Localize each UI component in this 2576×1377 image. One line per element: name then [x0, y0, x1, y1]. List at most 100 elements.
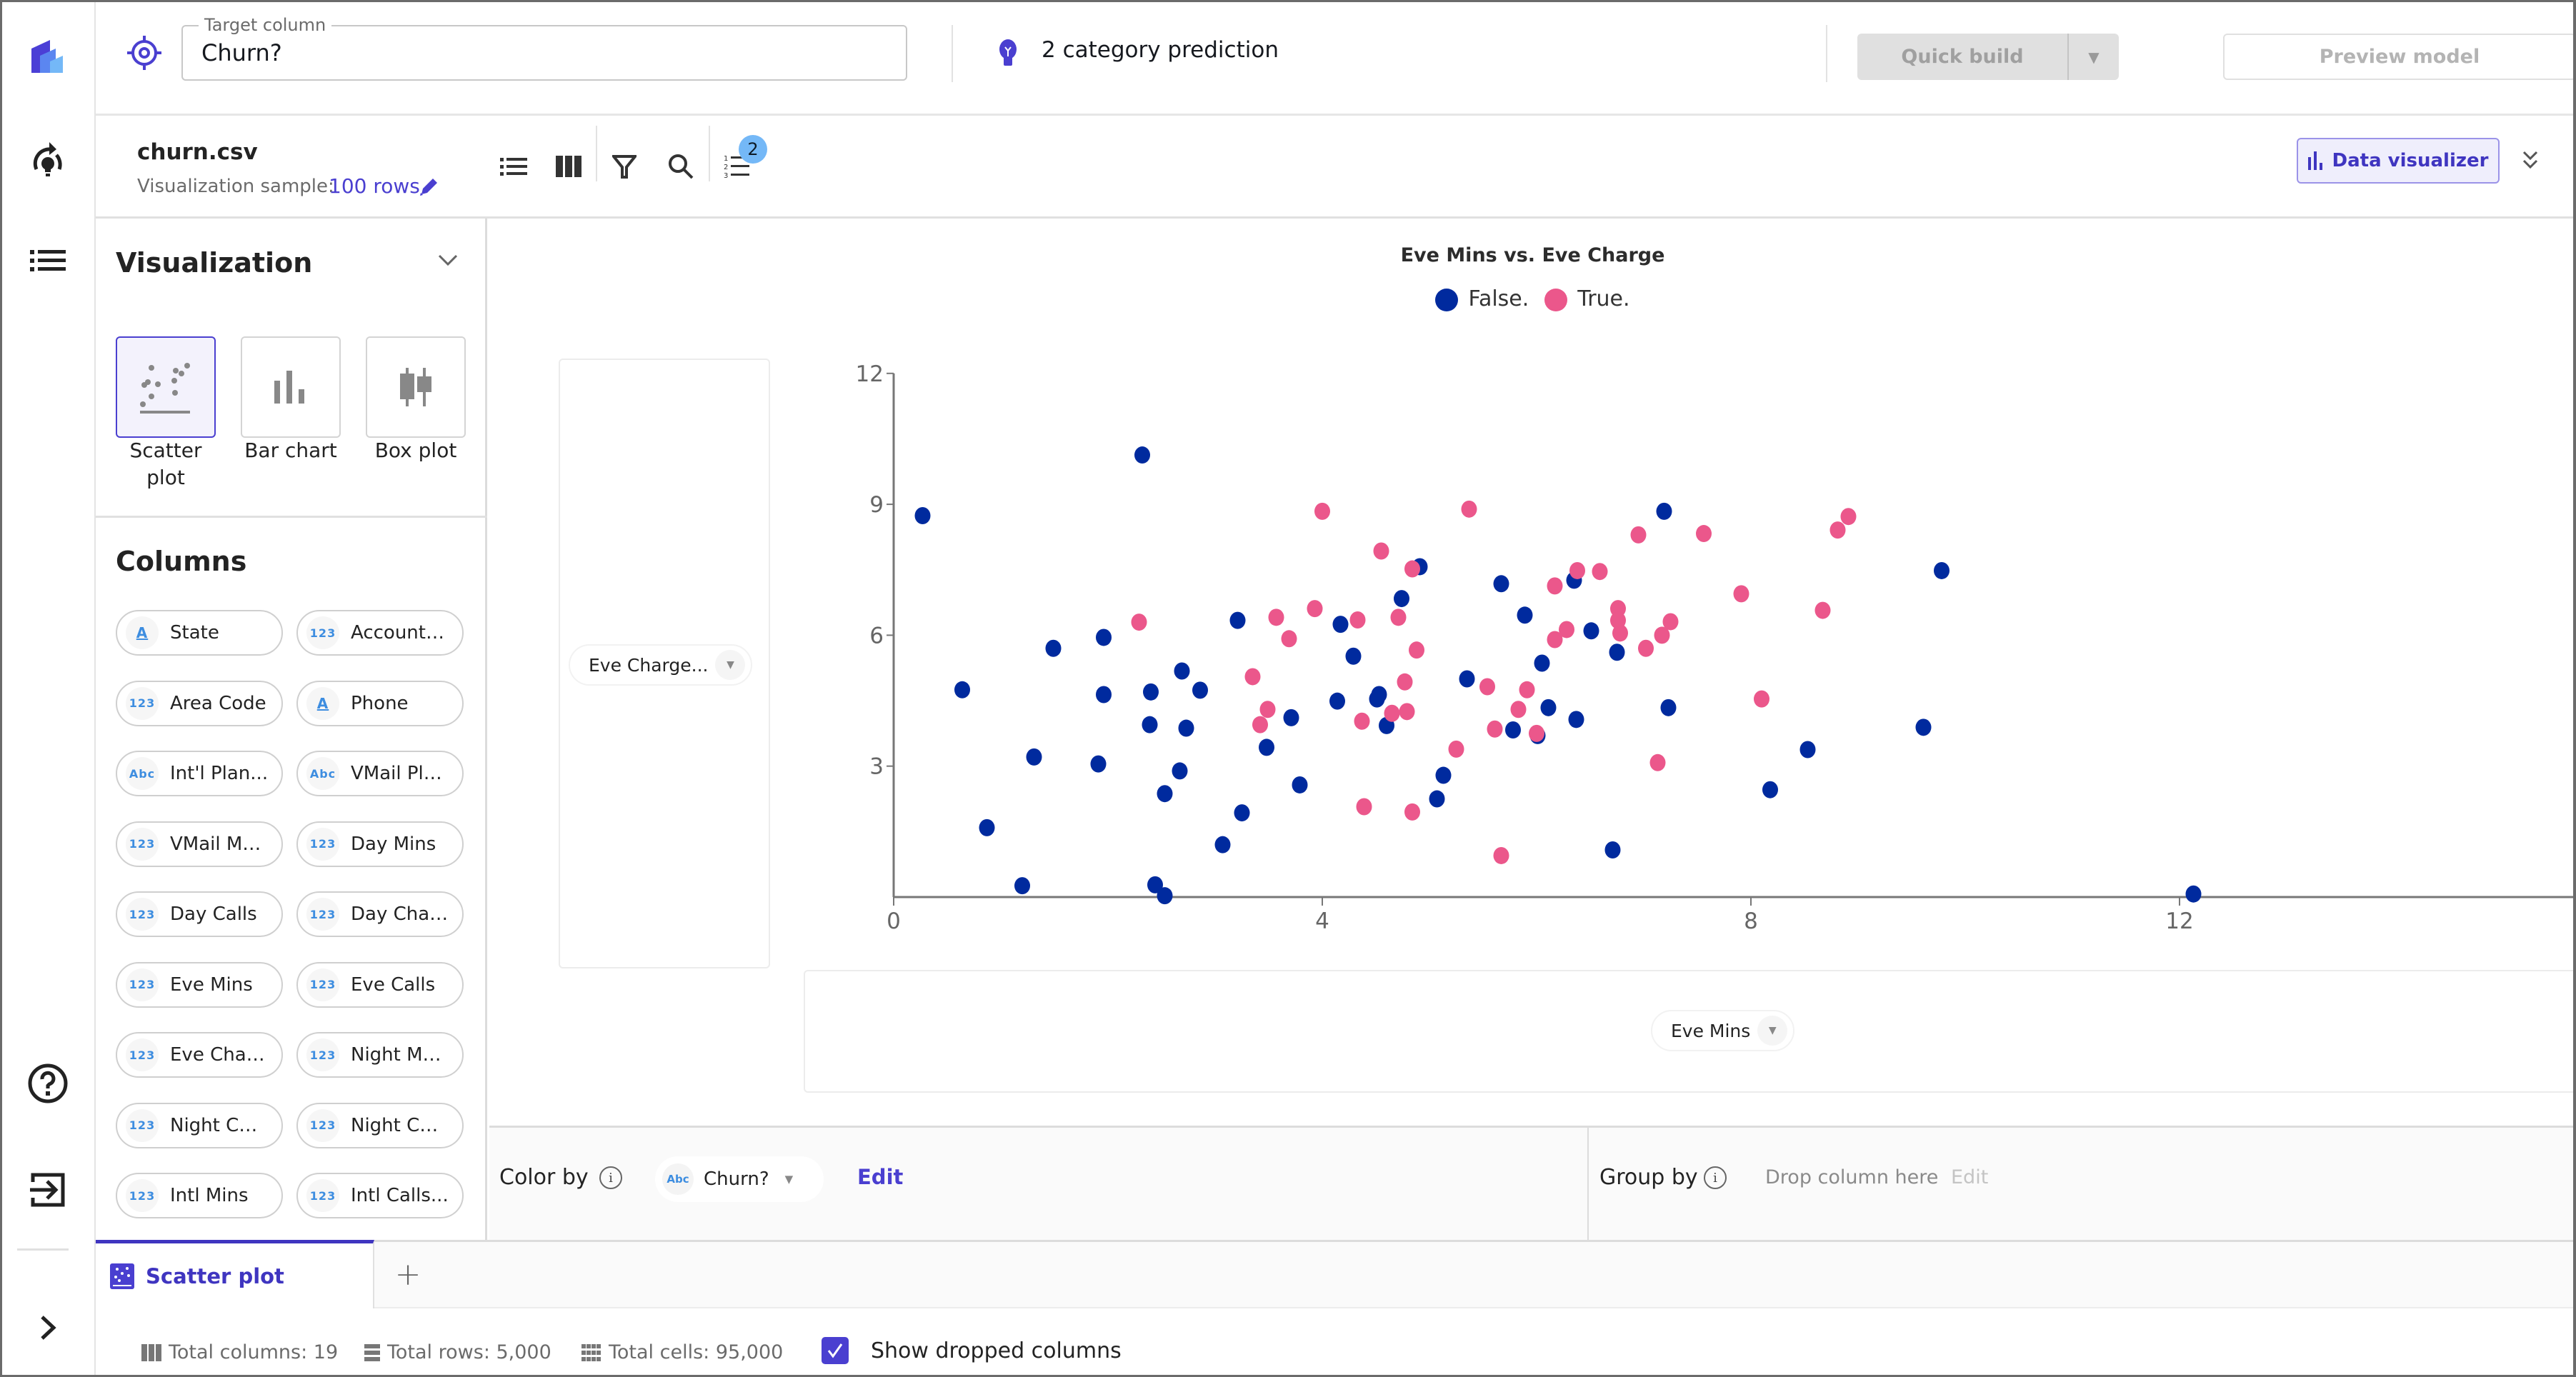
- data-point-true[interactable]: [1356, 798, 1372, 816]
- pencil-icon[interactable]: [417, 176, 440, 199]
- info-icon[interactable]: i: [1704, 1166, 1727, 1189]
- data-point-true[interactable]: [1390, 609, 1407, 626]
- data-point-true[interactable]: [1479, 678, 1495, 696]
- data-point-false[interactable]: [1762, 781, 1778, 798]
- data-point-true[interactable]: [1569, 561, 1585, 579]
- column-chip[interactable]: 123 VMail M…: [116, 821, 283, 867]
- column-chip[interactable]: 123 Night C…: [116, 1102, 283, 1148]
- data-point-true[interactable]: [1397, 673, 1413, 691]
- data-point-true[interactable]: [1281, 630, 1297, 648]
- column-chip[interactable]: 123 Account…: [296, 610, 464, 656]
- ml-ops-icon[interactable]: [24, 136, 71, 183]
- quick-build-dropdown-icon[interactable]: ▼: [2069, 34, 2119, 80]
- data-point-true[interactable]: [1404, 560, 1420, 578]
- data-point-true[interactable]: [1314, 502, 1330, 520]
- search-icon[interactable]: [662, 147, 700, 186]
- column-chip[interactable]: Abc Int'l Plan...: [116, 751, 283, 796]
- data-point-true[interactable]: [1638, 639, 1654, 657]
- help-icon[interactable]: [24, 1060, 71, 1107]
- info-icon[interactable]: i: [599, 1166, 622, 1189]
- data-point-true[interactable]: [1592, 563, 1608, 581]
- column-chip[interactable]: A State: [116, 610, 283, 656]
- data-point-false[interactable]: [1369, 690, 1385, 708]
- data-point-false[interactable]: [1435, 766, 1452, 784]
- data-point-true[interactable]: [1696, 525, 1712, 543]
- data-point-true[interactable]: [1519, 681, 1535, 698]
- data-point-false[interactable]: [1143, 683, 1159, 701]
- data-point-false[interactable]: [1214, 836, 1231, 853]
- data-point-false[interactable]: [914, 506, 931, 524]
- data-point-false[interactable]: [1799, 741, 1816, 758]
- data-point-false[interactable]: [1134, 446, 1150, 464]
- data-point-false[interactable]: [979, 818, 995, 836]
- data-point-false[interactable]: [1656, 502, 1672, 520]
- data-point-true[interactable]: [1268, 609, 1284, 626]
- column-chip[interactable]: Abc VMail Pl…: [296, 751, 464, 796]
- data-point-false[interactable]: [1568, 711, 1584, 728]
- x-axis-drop-zone[interactable]: Eve Mins ▼: [804, 970, 2576, 1093]
- data-point-false[interactable]: [1142, 716, 1158, 733]
- viz-type-bar-chart[interactable]: [241, 336, 341, 438]
- data-point-false[interactable]: [1493, 575, 1509, 593]
- collapse-panel-icon[interactable]: [2516, 146, 2545, 174]
- column-chip[interactable]: 123 Eve Calls: [296, 961, 464, 1008]
- data-point-true[interactable]: [1814, 601, 1831, 619]
- data-point-true[interactable]: [1487, 720, 1503, 738]
- viz-type-box-plot[interactable]: [366, 336, 466, 438]
- data-point-false[interactable]: [954, 681, 970, 698]
- data-point-true[interactable]: [1349, 611, 1366, 629]
- data-point-false[interactable]: [1172, 762, 1188, 780]
- data-point-true[interactable]: [1547, 577, 1563, 595]
- group-by-edit-link[interactable]: Edit: [1951, 1166, 1988, 1188]
- data-point-false[interactable]: [1345, 647, 1362, 665]
- column-chip[interactable]: 123 Intl Calls...: [296, 1173, 464, 1218]
- data-point-true[interactable]: [1404, 803, 1420, 821]
- group-by-drop-zone[interactable]: Drop column here: [1765, 1166, 1938, 1188]
- data-point-false[interactable]: [1090, 755, 1107, 773]
- data-point-true[interactable]: [1307, 600, 1323, 618]
- data-point-false[interactable]: [1026, 748, 1042, 766]
- column-chip[interactable]: A Phone: [296, 680, 464, 726]
- data-point-true[interactable]: [1754, 690, 1769, 708]
- app-logo-icon[interactable]: [24, 34, 71, 81]
- column-chip[interactable]: 123 Eve Mins: [116, 961, 283, 1008]
- x-axis-column-selector[interactable]: Eve Mins ▼: [1651, 1010, 1795, 1051]
- data-point-false[interactable]: [1014, 877, 1030, 895]
- column-chip[interactable]: 123 Night C…: [296, 1102, 464, 1148]
- data-point-true[interactable]: [1252, 716, 1268, 733]
- data-point-false[interactable]: [1157, 785, 1173, 803]
- data-point-false[interactable]: [1394, 590, 1409, 608]
- color-by-column-chip[interactable]: Abc Churn? ▼: [655, 1156, 824, 1202]
- data-point-true[interactable]: [1409, 641, 1424, 659]
- data-point-false[interactable]: [1332, 616, 1349, 634]
- data-point-false[interactable]: [1609, 644, 1625, 661]
- quick-build-label[interactable]: Quick build: [1857, 34, 2069, 80]
- column-chip[interactable]: 123 Day Cha…: [296, 891, 464, 937]
- data-point-false[interactable]: [1583, 622, 1599, 640]
- chevron-down-icon[interactable]: [437, 253, 459, 270]
- tab-scatter-plot[interactable]: Scatter plot: [96, 1240, 374, 1308]
- data-point-false[interactable]: [1259, 738, 1274, 756]
- expand-nav-icon[interactable]: [24, 1304, 71, 1351]
- data-point-true[interactable]: [1461, 500, 1477, 518]
- visualization-sample-value[interactable]: 100 rows: [329, 174, 420, 198]
- viz-type-scatter-plot[interactable]: [116, 336, 216, 438]
- data-point-false[interactable]: [1234, 804, 1250, 822]
- data-point-true[interactable]: [1529, 724, 1544, 742]
- data-point-true[interactable]: [1373, 542, 1389, 560]
- column-chip[interactable]: 123 Intl Mins: [116, 1173, 283, 1218]
- data-point-false[interactable]: [1915, 718, 1932, 736]
- target-column-field[interactable]: Target column Churn?: [181, 15, 907, 81]
- data-point-false[interactable]: [1229, 611, 1246, 629]
- data-point-false[interactable]: [1505, 721, 1521, 738]
- data-point-false[interactable]: [1174, 662, 1190, 680]
- data-point-false[interactable]: [1096, 686, 1112, 703]
- list-view-icon[interactable]: [494, 147, 533, 186]
- column-chip[interactable]: 123 Day Calls: [116, 891, 283, 937]
- data-point-true[interactable]: [1399, 703, 1415, 721]
- data-point-false[interactable]: [1096, 629, 1112, 646]
- data-point-true[interactable]: [1259, 701, 1276, 718]
- column-chip[interactable]: 123 Day Mins: [296, 821, 464, 867]
- data-point-false[interactable]: [1283, 708, 1299, 726]
- data-point-false[interactable]: [1540, 698, 1557, 716]
